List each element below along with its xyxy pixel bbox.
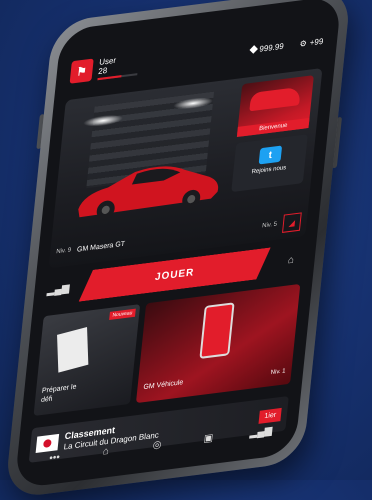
credits-counter[interactable]: ⚙ +99 (299, 36, 324, 48)
documents-icon (57, 326, 89, 373)
car-name[interactable]: GM Masera GT (77, 240, 126, 253)
twitter-icon: t (258, 145, 283, 165)
phone-device: ⚑ User 28 999.99 ⚙ +99 Bienvenue t Rejoi… (4, 0, 352, 500)
vehicle-card[interactable]: GM Véhicule Niv. 1 (135, 283, 301, 404)
app-screen: ⚑ User 28 999.99 ⚙ +99 Bienvenue t Rejoi… (14, 0, 342, 489)
rejoins-label: Rejoins nous (251, 165, 287, 176)
bienvenue-label: Bienvenue (236, 117, 310, 138)
bar-chart-icon[interactable]: ▂▄▆ (45, 276, 71, 303)
car-level-left: Niv. 9 (55, 247, 72, 256)
challenge-card[interactable]: Nouveau Préparer le défi (33, 304, 141, 417)
more-icon[interactable]: ••• (44, 451, 65, 465)
vehicle-level: Niv. 1 (270, 368, 286, 377)
new-badge: Nouveau (109, 308, 136, 321)
currency-icon[interactable]: ◎ (147, 438, 168, 452)
home-icon[interactable]: ⌂ (95, 444, 116, 458)
user-info[interactable]: User 28 (97, 53, 139, 81)
gear-icon: ⚙ (299, 38, 308, 49)
hero-garage: Bienvenue t Rejoins nous Niv. 9 GM Maser… (48, 67, 323, 269)
bar-chart-icon[interactable]: ▂▄▆ (249, 425, 272, 439)
diamond-icon (249, 45, 258, 54)
coins-counter[interactable]: 999.99 (249, 41, 285, 54)
rejoins-card[interactable]: t Rejoins nous (231, 134, 308, 193)
vehicle-label: GM Véhicule (142, 379, 184, 392)
coins-value: 999.99 (258, 41, 285, 54)
vehicle-phone-image (199, 302, 235, 359)
credits-value: +99 (309, 36, 324, 48)
bienvenue-card[interactable]: Bienvenue (236, 75, 314, 138)
flag-icon[interactable]: ⚑ (69, 58, 94, 84)
shop-icon[interactable]: ▣ (198, 431, 219, 445)
car-thumbnail (249, 86, 301, 112)
upgrade-icon[interactable]: ◢ (282, 212, 302, 233)
car-level-right: Niv. 5 (261, 221, 278, 230)
garage-icon[interactable]: ⌂ (278, 246, 304, 273)
